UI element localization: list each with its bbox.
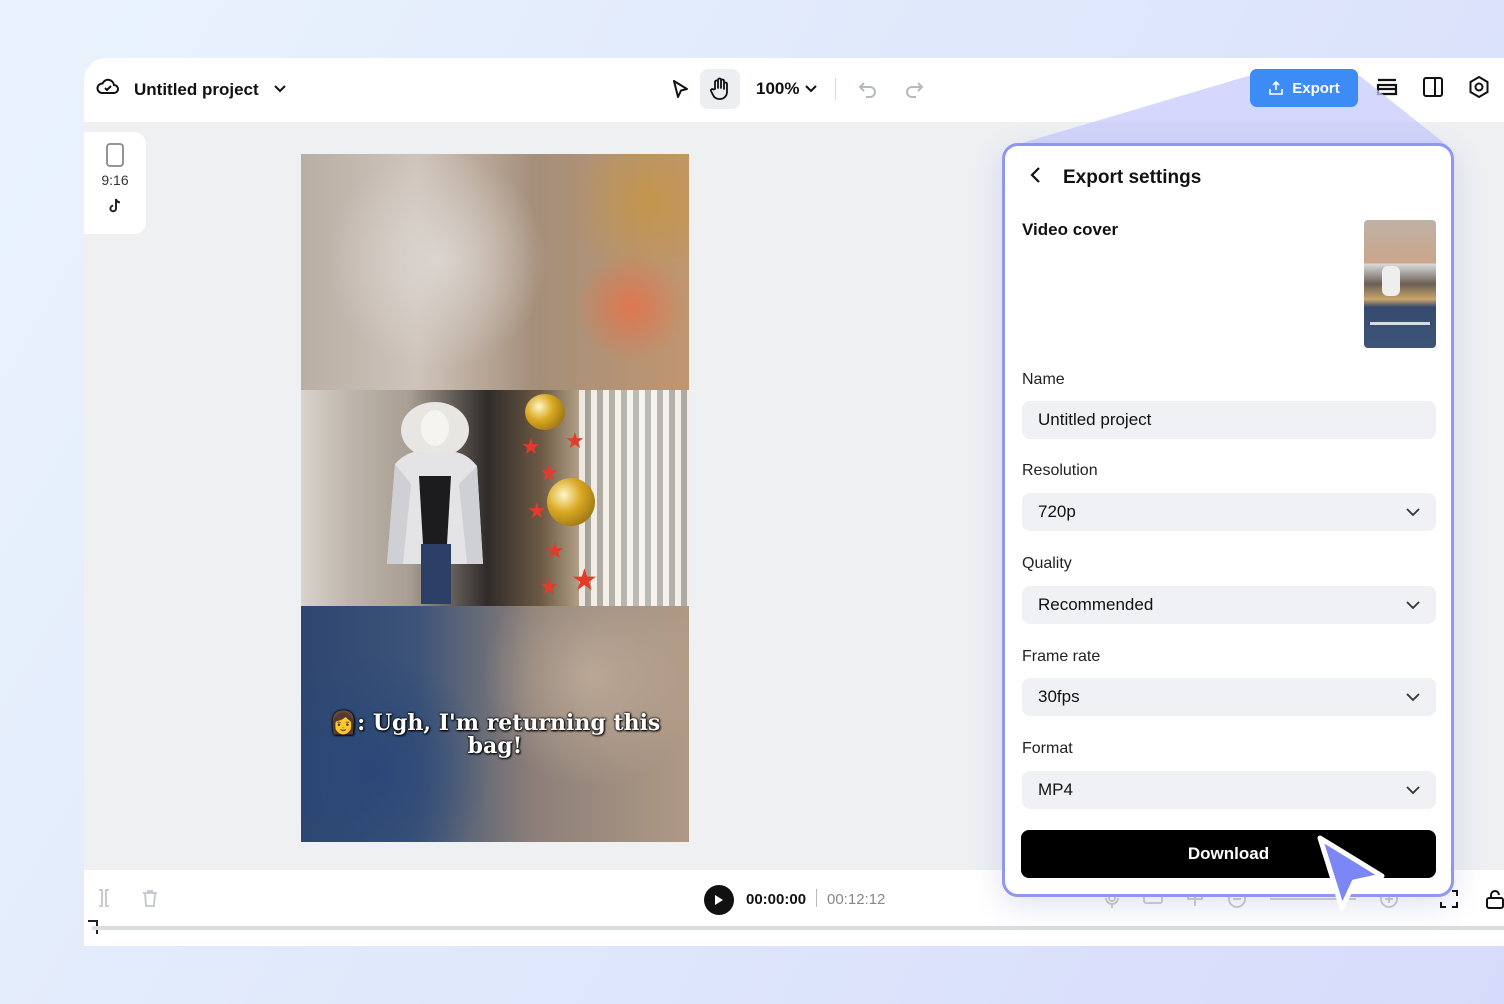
- aspect-ratio-card[interactable]: 9:16: [84, 132, 146, 234]
- project-title: Untitled project: [134, 79, 259, 99]
- cloud-icon: [96, 76, 120, 103]
- star-decoration: ★: [565, 428, 585, 453]
- select-tool-button[interactable]: [660, 69, 700, 109]
- lock-icon[interactable]: [1484, 888, 1504, 915]
- video-cover-label: Video cover: [1022, 220, 1119, 239]
- undo-button[interactable]: [848, 69, 888, 109]
- name-label: Name: [1022, 371, 1065, 388]
- star-decoration: ★: [521, 434, 541, 459]
- cursor-arrow-icon: [1317, 835, 1385, 911]
- video-preview[interactable]: ★ ★ ★ ★ ★ ★ ★ 👩: Ugh, I'm returning this…: [301, 154, 689, 842]
- undo-icon: [859, 82, 877, 98]
- thumbnail-caption: [1370, 322, 1430, 325]
- name-input[interactable]: Untitled project: [1022, 401, 1436, 439]
- format-select[interactable]: MP4: [1022, 771, 1436, 809]
- format-label: Format: [1022, 740, 1073, 757]
- export-label: Export: [1292, 79, 1340, 97]
- zoom-dropdown[interactable]: 100%: [756, 79, 818, 99]
- thumbnail-figure: [1382, 266, 1400, 296]
- split-icon[interactable]: [94, 888, 114, 913]
- timeline-track[interactable]: [92, 926, 1504, 930]
- resolution-select[interactable]: 720p: [1022, 493, 1436, 531]
- ornament-ball: [525, 394, 565, 430]
- star-decoration: ★: [539, 460, 559, 485]
- redo-button[interactable]: [894, 69, 934, 109]
- download-label: Download: [1187, 844, 1270, 863]
- panel-title: Export settings: [1063, 166, 1202, 188]
- hand-icon: [710, 77, 728, 100]
- video-frame-scene: ★ ★ ★ ★ ★ ★ ★: [301, 390, 689, 606]
- blurred-background-top: [301, 154, 689, 390]
- chevron-down-icon: [1406, 600, 1420, 609]
- split-view-icon[interactable]: [1420, 74, 1446, 105]
- format-value: MP4: [1038, 780, 1073, 799]
- zoom-value: 100%: [756, 79, 800, 98]
- toolbar-divider: [835, 78, 837, 100]
- project-menu[interactable]: Untitled project: [96, 76, 287, 103]
- total-time: 00:12:12: [827, 891, 886, 908]
- chevron-down-icon: [1406, 692, 1420, 701]
- export-button-highlighted[interactable]: Export: [1250, 69, 1358, 107]
- quality-select[interactable]: Recommended: [1022, 586, 1436, 624]
- chevron-down-icon: [273, 81, 287, 99]
- star-decoration: ★: [545, 538, 565, 563]
- aspect-ratio-label: 9:16: [101, 172, 129, 188]
- ornament-ball: [547, 478, 595, 526]
- upload-icon: [1269, 80, 1284, 95]
- star-decoration: ★: [571, 564, 598, 597]
- star-decoration: ★: [539, 574, 559, 599]
- video-cover-thumbnail[interactable]: [1364, 220, 1436, 348]
- layers-icon[interactable]: [1374, 74, 1400, 105]
- play-icon: [715, 895, 723, 905]
- portrait-frame-icon: [106, 143, 124, 167]
- time-separator: [816, 889, 817, 907]
- resolution-label: Resolution: [1022, 462, 1098, 479]
- frame-rate-value: 30fps: [1038, 687, 1080, 706]
- pointer-icon: [673, 80, 688, 98]
- quality-label: Quality: [1022, 555, 1072, 572]
- back-chevron-icon[interactable]: [1029, 166, 1041, 189]
- star-decoration: ★: [527, 498, 547, 523]
- name-value: Untitled project: [1038, 410, 1152, 429]
- redo-icon: [906, 82, 924, 98]
- tiktok-icon: [109, 198, 121, 213]
- chevron-down-icon: [1406, 785, 1420, 794]
- current-time: 00:00:00: [746, 891, 807, 908]
- frame-rate-label: Frame rate: [1022, 648, 1101, 665]
- resolution-value: 720p: [1038, 502, 1076, 521]
- settings-icon[interactable]: [1466, 74, 1492, 105]
- video-caption[interactable]: 👩: Ugh, I'm returning this bag!: [321, 712, 669, 758]
- export-settings-panel: Export settings Video cover Name Untitle…: [1002, 143, 1454, 897]
- frame-rate-select[interactable]: 30fps: [1022, 678, 1436, 716]
- delete-icon[interactable]: [140, 888, 160, 913]
- chevron-down-icon: [805, 85, 818, 93]
- chevron-down-icon: [1406, 507, 1420, 516]
- mannequin-image: [387, 402, 483, 604]
- play-button[interactable]: [704, 885, 734, 915]
- hand-tool-button[interactable]: [700, 69, 740, 109]
- quality-value: Recommended: [1038, 595, 1154, 614]
